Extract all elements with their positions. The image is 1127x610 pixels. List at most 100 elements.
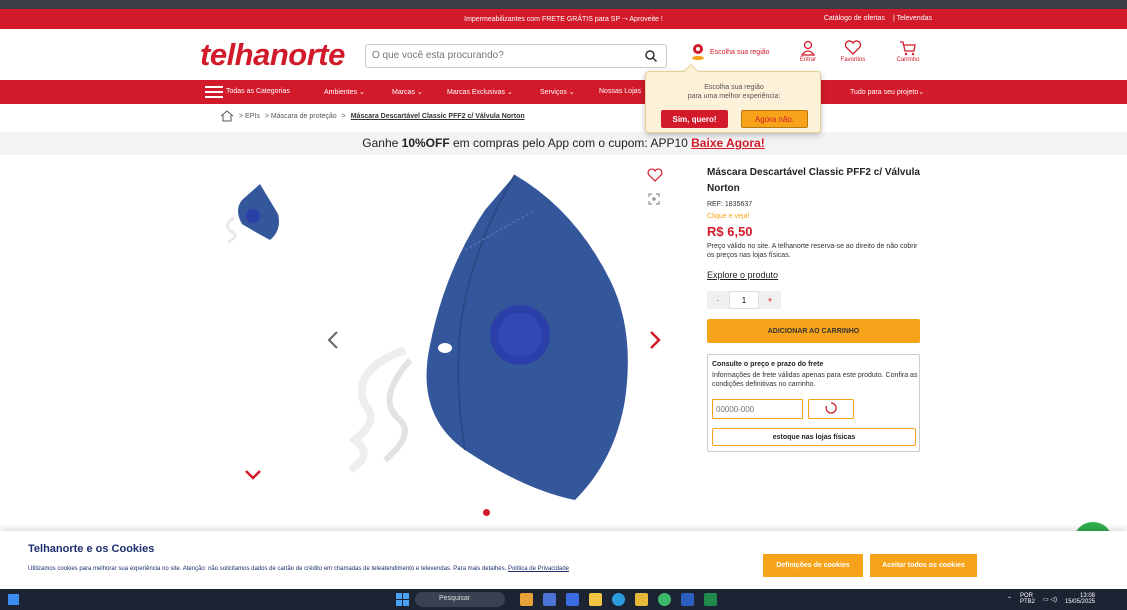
cart-label: Carrinho [896, 57, 920, 63]
carousel-prev-arrow-icon[interactable] [325, 330, 341, 350]
nav-tudo-projeto[interactable]: Tudo para seu projeto⌄ [850, 88, 924, 96]
banner-prefix: Ganhe [362, 136, 402, 150]
shipping-box: Consulte o preço e prazo do frete Inform… [707, 354, 920, 452]
search-box [365, 44, 667, 68]
region-no-button[interactable]: Agora não. [741, 110, 808, 128]
cookie-body: Utilizamos cookies para melhorar sua exp… [28, 566, 507, 572]
banner-highlight: 10%OFF [401, 136, 450, 150]
telhanorte-logo[interactable]: telhanorte [200, 37, 345, 73]
add-to-cart-button[interactable]: ADICIONAR AO CARRINHO [707, 319, 920, 343]
user-icon [800, 40, 816, 56]
product-ref: REF: 1835637 [707, 201, 753, 208]
thumbnails-down-arrow-icon[interactable] [243, 468, 263, 482]
app-promo-banner: Ganhe 10%OFF em compras pelo App com o c… [0, 132, 1127, 155]
tray-chevron-icon[interactable]: ⌃ [1007, 596, 1012, 603]
taskbar-search-label: Pesquisar [439, 595, 471, 602]
banner-middle: em compras pelo App com o cupom: APP10 [449, 136, 692, 150]
cookie-text: Utilizamos cookies para melhorar sua exp… [28, 565, 628, 573]
region-selector[interactable]: Escolha sua região [690, 43, 770, 61]
favorites-label: Favoritos [840, 57, 866, 63]
nav-ambientes[interactable]: Ambientes ⌄ [324, 88, 365, 96]
main-nav: Todas as Categorias Ambientes ⌄ Marcas ⌄… [0, 80, 1127, 104]
carousel-dot-active[interactable] [483, 509, 490, 516]
clock[interactable]: 13:08 15/05/2025 [1065, 593, 1095, 605]
qty-increase-button[interactable]: + [759, 291, 781, 309]
location-pin-icon [692, 44, 704, 60]
excel-icon[interactable] [704, 593, 717, 606]
televendas-link[interactable]: | Televendas [893, 15, 932, 22]
qty-decrease-button[interactable]: - [707, 291, 729, 309]
breadcrumb-sep: > [341, 112, 346, 120]
widgets-icon[interactable] [8, 594, 19, 605]
zoom-icon[interactable] [648, 193, 660, 205]
region-yes-button[interactable]: Sim, quero! [661, 110, 728, 128]
store-stock-button[interactable]: estoque nas lojas físicas [712, 428, 916, 446]
app-icon-2[interactable] [543, 593, 556, 606]
windows-taskbar: Pesquisar ⌃ POR PTB2 ▭ ◁) 13:08 15/05/2025 [0, 589, 1127, 610]
logo-text: telhanorte [200, 37, 345, 72]
region-label: Escolha sua região [710, 48, 770, 56]
app-icon-3[interactable] [566, 593, 579, 606]
cookie-banner: Telhanorte e os Cookies Utilizamos cooki… [0, 531, 1127, 585]
popup-text: Escolha sua região para uma melhor exper… [646, 83, 822, 101]
clique-veja-link[interactable]: Clique e veja! [707, 213, 749, 220]
cep-search-button[interactable] [808, 399, 854, 419]
region-popup: Escolha sua região para uma melhor exper… [645, 63, 822, 133]
product-thumbnail[interactable] [220, 180, 285, 250]
breadcrumb: > EPIs > Máscara de proteção > Máscara D… [220, 110, 525, 122]
accept-cookies-button[interactable]: Aceitar todos os cookies [870, 554, 977, 577]
favorites-button[interactable]: Favoritos [833, 40, 873, 63]
search-input[interactable] [372, 50, 632, 61]
breadcrumb-epis[interactable]: > EPIs [239, 113, 260, 120]
favorite-heart-icon[interactable] [647, 168, 663, 182]
nav-servicos[interactable]: Serviços ⌄ [540, 88, 575, 96]
price-note: Preço válido no site. A telhanorte reser… [707, 243, 918, 259]
hamburger-menu-icon[interactable] [205, 86, 223, 98]
privacy-policy-link[interactable]: Política de Privacidade [508, 566, 569, 572]
chrome-icon[interactable] [658, 593, 671, 606]
file-explorer-icon[interactable] [589, 593, 602, 606]
network-volume-icon[interactable]: ▭ ◁) [1043, 596, 1057, 603]
promo-bar: Impermeabilizantes com FRETE GRÁTIS para… [0, 9, 1127, 29]
qty-input[interactable] [729, 291, 759, 309]
language-indicator[interactable]: POR PTB2 [1020, 593, 1035, 605]
nav-all-categories[interactable]: Todas as Categorias [226, 88, 290, 95]
shipping-title: Consulte o preço e prazo do frete [712, 361, 824, 368]
home-icon[interactable] [220, 110, 234, 122]
nav-marcas-exclusivas[interactable]: Marcas Exclusivas ⌄ [447, 88, 513, 96]
login-label: Entrar [799, 57, 817, 63]
breadcrumb-current: Máscara Descartável Classic PFF2 c/ Válv… [350, 112, 525, 120]
store-icon[interactable] [635, 593, 648, 606]
promo-text[interactable]: Impermeabilizantes com FRETE GRÁTIS para… [0, 15, 1127, 23]
edge-icon[interactable] [612, 593, 625, 606]
cookie-title: Telhanorte e os Cookies [28, 543, 155, 555]
cart-icon [900, 41, 916, 56]
carousel-next-arrow-icon[interactable] [647, 330, 663, 350]
nav-nossas-lojas[interactable]: Nossas Lojas [599, 88, 641, 95]
windows-start-icon[interactable] [396, 593, 409, 606]
product-title: Máscara Descartável Classic PFF2 c/ Válv… [707, 167, 920, 194]
browser-toolbar [0, 0, 1127, 9]
nav-marcas[interactable]: Marcas ⌄ [392, 88, 423, 96]
popup-line2: para uma melhor experiência: [687, 93, 781, 100]
explore-product-link[interactable]: Explore o produto [707, 270, 778, 280]
quantity-stepper: - + [707, 291, 787, 309]
login-button[interactable]: Entrar [788, 40, 828, 63]
taskbar-search[interactable]: Pesquisar [415, 592, 505, 607]
search-icon[interactable] [644, 49, 658, 63]
product-price: R$ 6,50 [707, 224, 753, 239]
app-icon-1[interactable] [520, 593, 533, 606]
shipping-desc: Informações de frete válidas apenas para… [712, 372, 918, 388]
breadcrumb-mascara[interactable]: > Máscara de proteção [265, 113, 337, 120]
system-tray: ⌃ POR PTB2 ▭ ◁) 13:08 15/05/2025 [1007, 593, 1095, 605]
heart-icon [844, 40, 862, 55]
loading-spinner-icon [825, 401, 837, 414]
catalog-link[interactable]: Catálogo de ofertas [824, 15, 885, 22]
cart-button[interactable]: Carrinho [888, 40, 928, 63]
cookie-settings-button[interactable]: Definições de cookies [763, 554, 863, 577]
word-icon[interactable] [681, 593, 694, 606]
popup-line1: Escolha sua região [704, 84, 764, 91]
cep-input[interactable] [712, 399, 803, 419]
download-app-link[interactable]: Baixe Agora! [691, 136, 765, 150]
product-main-image[interactable] [345, 170, 645, 520]
